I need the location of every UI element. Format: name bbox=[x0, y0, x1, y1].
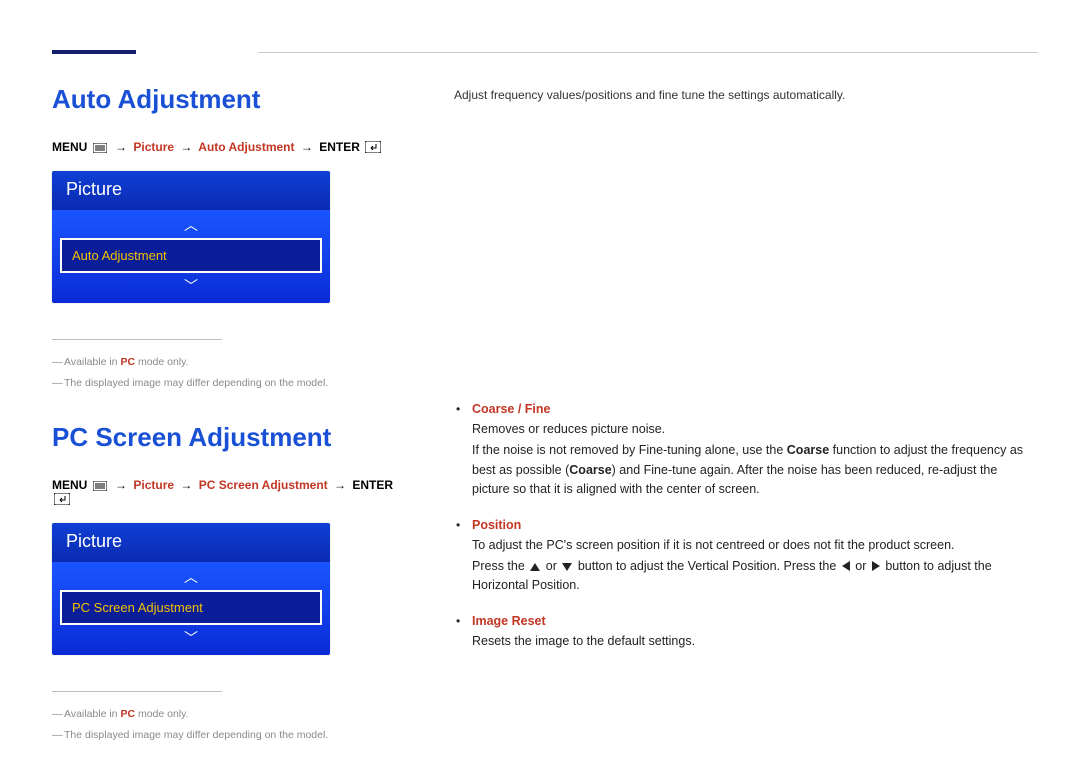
osd-selected-item[interactable]: PC Screen Adjustment bbox=[60, 590, 322, 625]
breadcrumb-arrow: → bbox=[180, 478, 192, 492]
breadcrumb-enter-label: ENTER bbox=[352, 478, 393, 492]
osd-up-arrow-icon[interactable]: ︿ bbox=[60, 216, 322, 234]
note-pc-mode: Available in PC mode only. bbox=[52, 704, 398, 725]
right-column: Adjust frequency values/positions and fi… bbox=[398, 84, 1038, 764]
breadcrumb-auto-adjustment-label: Auto Adjustment bbox=[198, 140, 294, 154]
text: or bbox=[852, 559, 870, 573]
note-pc-mode: Available in PC mode only. bbox=[52, 352, 398, 373]
term-image-reset: Image Reset bbox=[472, 614, 546, 628]
osd-up-arrow-icon[interactable]: ︿ bbox=[60, 568, 322, 586]
note-text: The displayed image may differ depending… bbox=[64, 729, 328, 741]
note-pc: PC bbox=[120, 356, 135, 368]
osd-down-arrow-icon[interactable]: ﹀ bbox=[60, 629, 322, 647]
divider bbox=[52, 339, 222, 340]
coarse-fine-p1: Removes or reduces picture noise. bbox=[472, 420, 1038, 439]
breadcrumb-auto-adjustment: MENU → Picture → Auto Adjustment → ENTER bbox=[52, 141, 398, 155]
triangle-up-icon bbox=[530, 563, 540, 571]
breadcrumb-picture: Picture bbox=[133, 140, 174, 154]
note-text: The displayed image may differ depending… bbox=[64, 377, 328, 389]
osd-down-arrow-icon[interactable]: ﹀ bbox=[60, 277, 322, 295]
heading-auto-adjustment: Auto Adjustment bbox=[52, 84, 398, 115]
breadcrumb-pc-screen-adjustment: MENU → Picture → PC Screen Adjustment → … bbox=[52, 479, 398, 507]
note-text: mode only. bbox=[135, 708, 189, 720]
triangle-right-icon bbox=[872, 561, 880, 571]
note-model-differ: The displayed image may differ depending… bbox=[52, 725, 398, 746]
top-rule-line bbox=[258, 52, 1038, 53]
breadcrumb-picture: Picture bbox=[133, 478, 174, 492]
auto-adjustment-description: Adjust frequency values/positions and fi… bbox=[454, 88, 1038, 102]
coarse-fine-p2: If the noise is not removed by Fine-tuni… bbox=[472, 441, 1038, 499]
pc-screen-adjustment-bullets: Coarse / Fine Removes or reduces picture… bbox=[454, 402, 1038, 651]
text: button to adjust the Vertical Position. … bbox=[574, 559, 839, 573]
menu-icon bbox=[93, 481, 107, 493]
breadcrumb-arrow: → bbox=[180, 140, 192, 154]
breadcrumb-arrow: → bbox=[115, 478, 127, 492]
divider bbox=[52, 691, 222, 692]
osd-body: ︿ PC Screen Adjustment ﹀ bbox=[52, 562, 330, 655]
term-position: Position bbox=[472, 518, 521, 532]
triangle-down-icon bbox=[562, 563, 572, 571]
breadcrumb-arrow: → bbox=[115, 140, 127, 154]
triangle-left-icon bbox=[842, 561, 850, 571]
breadcrumb-arrow: → bbox=[334, 478, 346, 492]
heading-pc-screen-adjustment: PC Screen Adjustment bbox=[52, 422, 398, 453]
top-rule-accent bbox=[52, 50, 136, 54]
osd-title: Picture bbox=[52, 171, 330, 210]
breadcrumb-menu-label: MENU bbox=[52, 478, 87, 492]
breadcrumb-arrow: → bbox=[301, 140, 313, 154]
breadcrumb-enter-label: ENTER bbox=[319, 140, 360, 154]
note-text: Available in bbox=[64, 708, 120, 720]
breadcrumb-pc-screen-adjustment-label: PC Screen Adjustment bbox=[199, 478, 328, 492]
osd-title: Picture bbox=[52, 523, 330, 562]
term-coarse-fine: Coarse / Fine bbox=[472, 402, 551, 416]
text: Press the bbox=[472, 559, 528, 573]
breadcrumb-menu-label: MENU bbox=[52, 140, 87, 154]
bullet-coarse-fine: Coarse / Fine Removes or reduces picture… bbox=[454, 402, 1038, 500]
note-model-differ: The displayed image may differ depending… bbox=[52, 373, 398, 394]
enter-icon bbox=[54, 493, 70, 507]
bullet-image-reset: Image Reset Resets the image to the defa… bbox=[454, 614, 1038, 651]
menu-icon bbox=[93, 143, 107, 155]
osd-panel-auto-adjustment: Picture ︿ Auto Adjustment ﹀ bbox=[52, 171, 330, 303]
image-reset-p1: Resets the image to the default settings… bbox=[472, 632, 1038, 651]
note-pc: PC bbox=[120, 708, 135, 720]
coarse-bold: Coarse bbox=[569, 463, 611, 477]
section-pc-screen-adjustment: PC Screen Adjustment MENU → Picture → PC… bbox=[52, 422, 398, 746]
section-auto-adjustment: Auto Adjustment MENU → Picture → Auto Ad… bbox=[52, 84, 398, 394]
coarse-bold: Coarse bbox=[787, 443, 829, 457]
text: If the noise is not removed by Fine-tuni… bbox=[472, 443, 787, 457]
notes-auto-adjustment: Available in PC mode only. The displayed… bbox=[52, 352, 398, 394]
left-column: Auto Adjustment MENU → Picture → Auto Ad… bbox=[52, 84, 398, 764]
top-rule bbox=[52, 50, 1038, 54]
position-p2: Press the or button to adjust the Vertic… bbox=[472, 557, 1038, 596]
position-p1: To adjust the PC's screen position if it… bbox=[472, 536, 1038, 555]
enter-icon bbox=[365, 141, 381, 155]
bullet-position: Position To adjust the PC's screen posit… bbox=[454, 518, 1038, 596]
text: or bbox=[542, 559, 560, 573]
notes-pc-screen-adjustment: Available in PC mode only. The displayed… bbox=[52, 704, 398, 746]
note-text: Available in bbox=[64, 356, 120, 368]
osd-body: ︿ Auto Adjustment ﹀ bbox=[52, 210, 330, 303]
osd-selected-item[interactable]: Auto Adjustment bbox=[60, 238, 322, 273]
osd-panel-pc-screen-adjustment: Picture ︿ PC Screen Adjustment ﹀ bbox=[52, 523, 330, 655]
note-text: mode only. bbox=[135, 356, 189, 368]
